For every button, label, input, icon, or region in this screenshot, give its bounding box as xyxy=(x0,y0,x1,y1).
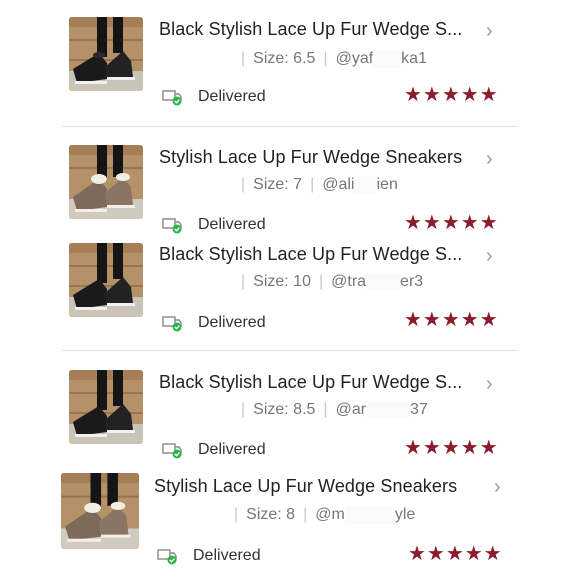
size-label: Size: 6.5 xyxy=(253,50,316,67)
delivery-status: Delivered xyxy=(162,441,266,459)
star-rating: ★★★★★ xyxy=(404,84,499,106)
star-rating: ★★★★★ xyxy=(404,309,499,331)
product-title[interactable]: Black Stylish Lace Up Fur Wedge S... xyxy=(159,372,462,393)
order-meta: | Size: 8.5 | @ar 37 xyxy=(241,401,428,419)
username-tail: ien xyxy=(376,176,398,193)
status-label: Delivered xyxy=(198,216,266,233)
status-label: Delivered xyxy=(198,441,266,458)
status-label: Delivered xyxy=(198,314,266,331)
product-title[interactable]: Stylish Lace Up Fur Wedge Sneakers xyxy=(154,476,457,497)
status-label: Delivered xyxy=(198,88,266,105)
size-label: Size: 10 xyxy=(253,273,311,290)
username: @ali xyxy=(322,176,355,193)
star-rating: ★★★★★ xyxy=(404,212,499,234)
username-tail: yle xyxy=(394,506,416,523)
product-thumbnail[interactable] xyxy=(69,370,143,444)
delivery-status: Delivered xyxy=(162,314,266,332)
delivery-status: Delivered xyxy=(162,88,266,106)
order-meta: | Size: 8 | @m yle xyxy=(234,506,416,524)
product-thumbnail[interactable] xyxy=(69,145,143,219)
size-label: Size: 8.5 xyxy=(253,401,316,418)
divider xyxy=(62,350,518,351)
username: @m xyxy=(315,506,345,523)
username-tail: 37 xyxy=(410,401,428,418)
delivery-truck-check-icon xyxy=(162,314,184,332)
star-rating: ★★★★★ xyxy=(404,437,499,459)
product-title[interactable]: Stylish Lace Up Fur Wedge Sneakers xyxy=(159,147,462,168)
product-thumbnail[interactable] xyxy=(69,243,143,317)
product-thumbnail[interactable] xyxy=(69,17,143,91)
chevron-right-icon[interactable]: › xyxy=(486,245,493,268)
username: @tra xyxy=(331,273,367,290)
product-title[interactable]: Black Stylish Lace Up Fur Wedge S... xyxy=(159,244,462,265)
username-tail: er3 xyxy=(400,273,424,290)
order-meta: | Size: 6.5 | @yaf ka1 xyxy=(241,50,427,68)
delivery-truck-check-icon xyxy=(162,88,184,106)
chevron-right-icon[interactable]: › xyxy=(486,148,493,171)
username: @ar xyxy=(335,401,367,418)
delivery-status: Delivered xyxy=(162,216,266,234)
delivery-status: Delivered xyxy=(157,547,261,565)
delivery-truck-check-icon xyxy=(157,547,179,565)
status-label: Delivered xyxy=(193,547,261,564)
product-thumbnail[interactable] xyxy=(61,473,139,549)
order-meta: | Size: 10 | @tra er3 xyxy=(241,273,424,291)
star-rating: ★★★★★ xyxy=(408,543,503,565)
chevron-right-icon[interactable]: › xyxy=(486,20,493,43)
delivery-truck-check-icon xyxy=(162,441,184,459)
divider xyxy=(62,126,518,127)
product-title[interactable]: Black Stylish Lace Up Fur Wedge S... xyxy=(159,19,462,40)
orders-list: Black Stylish Lace Up Fur Wedge S... › |… xyxy=(52,0,526,580)
chevron-right-icon[interactable]: › xyxy=(494,476,501,499)
username-tail: ka1 xyxy=(401,50,427,67)
delivery-truck-check-icon xyxy=(162,216,184,234)
size-label: Size: 8 xyxy=(246,506,296,523)
username: @yaf xyxy=(335,50,374,67)
order-meta: | Size: 7 | @ali ien xyxy=(241,176,398,194)
chevron-right-icon[interactable]: › xyxy=(486,373,493,396)
size-label: Size: 7 xyxy=(253,176,303,193)
